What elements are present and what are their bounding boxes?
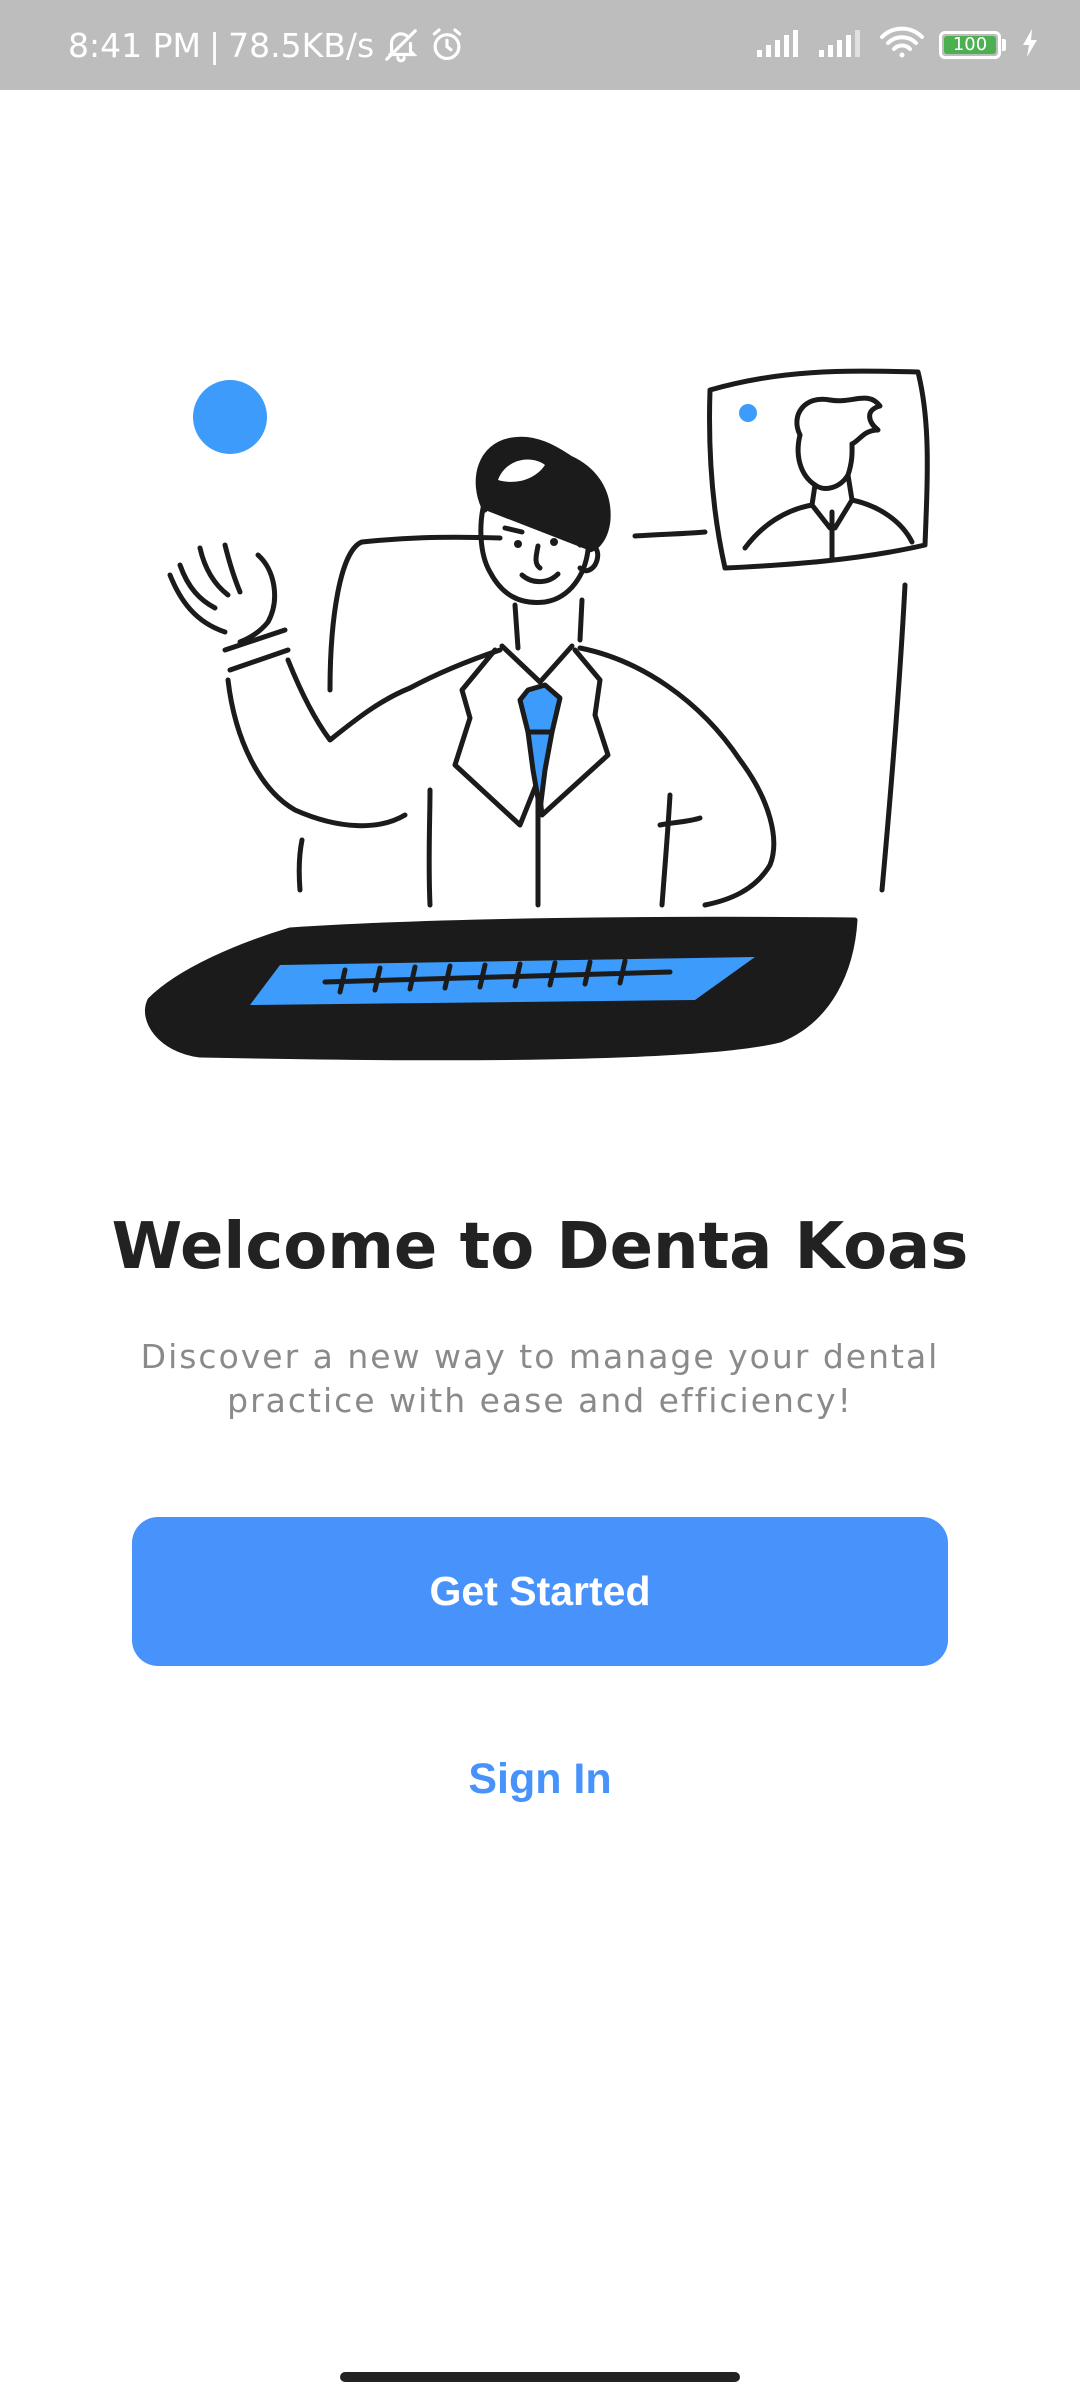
video-call-frame — [707, 368, 930, 571]
bell-off-icon — [382, 26, 420, 64]
status-right: 100 — [755, 0, 1040, 90]
raised-hand — [167, 542, 291, 673]
doctor-body — [407, 597, 777, 908]
home-indicator[interactable] — [340, 2372, 740, 2382]
signal-icon — [755, 28, 803, 62]
charging-icon — [1020, 28, 1040, 62]
welcome-subtitle: Discover a new way to manage your dental… — [120, 1335, 960, 1423]
alarm-icon — [428, 26, 466, 64]
get-started-button[interactable]: Get Started — [132, 1517, 948, 1666]
status-bar: 8:41 PM | 78.5KB/s 100 — [0, 0, 1080, 90]
status-left: 8:41 PM | 78.5KB/s — [68, 0, 466, 90]
doctor-telehealth-illustration — [140, 360, 940, 1080]
subtitle-line-2: practice with ease and efficiency! — [227, 1381, 853, 1420]
battery-level: 100 — [952, 34, 988, 55]
battery-tip — [1002, 39, 1006, 51]
signal-icon — [817, 28, 865, 62]
status-time: 8:41 PM — [68, 25, 201, 65]
battery-icon: 100 — [939, 31, 1006, 59]
wifi-icon — [879, 26, 925, 64]
laptop-desk — [145, 916, 858, 1061]
welcome-screen: 8:41 PM | 78.5KB/s 100 Welcome to Denta … — [0, 0, 1080, 2400]
doctor-head — [475, 436, 611, 606]
subtitle-line-1: Discover a new way to manage your dental — [140, 1337, 940, 1376]
status-separator: | — [208, 25, 221, 65]
blue-dot — [193, 380, 267, 454]
battery-body: 100 — [939, 31, 1001, 59]
network-speed: 78.5KB/s — [228, 25, 375, 65]
sign-in-link[interactable]: Sign In — [0, 1755, 1080, 1804]
welcome-title: Welcome to Denta Koas — [111, 1210, 969, 1284]
